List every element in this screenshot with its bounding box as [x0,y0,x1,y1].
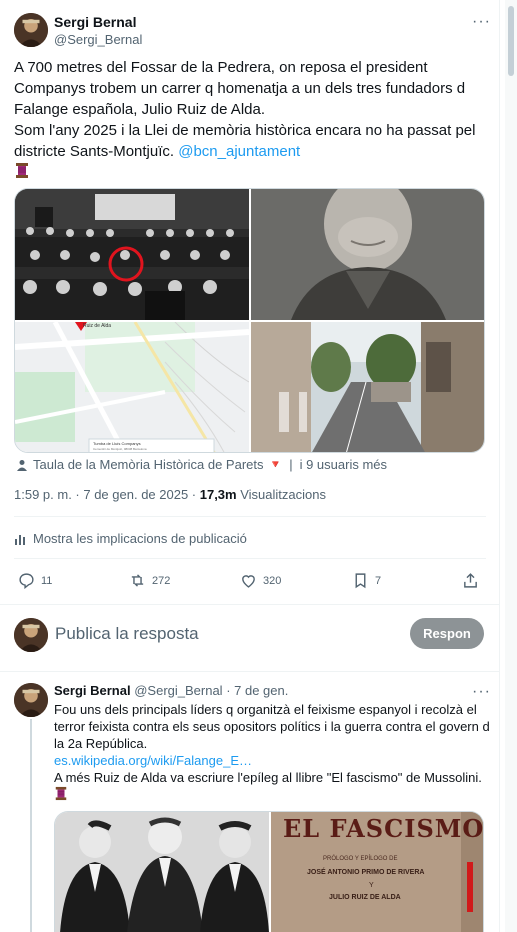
map-thumbnail[interactable]: Ruiz de Alda Tumba de Lluís Companys Cem… [15,322,249,452]
book-line-3: Y [369,882,374,889]
book-cover-el-fascismo[interactable]: EL FASCISMO PRÓLOGO Y EPÍLOGO DE JOSÉ AN… [271,812,484,932]
tagged-flag: 🔻 [268,459,283,471]
reply-button[interactable]: 11 [18,572,52,589]
divider [0,604,500,605]
divider [0,671,500,672]
divider [14,558,486,559]
photo-group-portrait[interactable] [15,189,249,320]
reply-body-2: A més Ruiz de Alda va escriure l'epíleg … [54,770,482,785]
tagged-more[interactable]: i 9 usuaris més [300,457,387,472]
map-pin-label: Ruiz de Alda [83,323,112,329]
author-name[interactable]: Sergi Bernal [54,14,136,30]
photo-street-view[interactable] [251,322,484,452]
reply-input[interactable]: Publica la resposta [55,624,199,644]
like-button[interactable]: 320 [240,572,281,589]
repost-button[interactable]: 272 [129,572,170,589]
analytics-link[interactable]: Mostra les implicacions de publicació [14,531,247,546]
book-title: EL FASCISMO [283,814,484,843]
reply-body-1: Fou uns dels principals líders q organit… [54,702,490,751]
share-icon [464,573,477,588]
timestamp[interactable]: 1:59 p. m. · 7 de gen. de 2025 · [14,487,200,502]
reply-media-grid[interactable]: EL FASCISMO PRÓLOGO Y EPÍLOGO DE JOSÉ AN… [54,811,484,932]
repost-icon [131,574,144,587]
tweet-text: A 700 metres del Fossar de la Pedrera, o… [14,57,492,185]
reply-date[interactable]: · 7 de gen. [223,683,288,698]
media-grid[interactable]: Ruiz de Alda Tumba de Lluís Companys Cem… [14,188,485,453]
book-line-4: JULIO RUIZ DE ALDA [329,894,401,901]
reply-text: Fou uns dels principals líders q organit… [54,701,490,805]
tweet-meta: 1:59 p. m. · 7 de gen. de 2025 · 17,3m V… [14,487,326,502]
share-button[interactable] [462,572,479,589]
views-count: 17,3m [199,487,237,502]
reply-header: Sergi Bernal @Sergi_Bernal · 7 de gen. [54,683,288,698]
author-name[interactable]: Sergi Bernal [54,683,131,698]
heart-icon [242,575,255,588]
book-line-1: PRÓLOGO Y EPÍLOGO DE [323,856,398,862]
wikipedia-link[interactable]: es.wikipedia.org/wiki/Falange_E… [54,752,490,769]
more-options-icon[interactable]: ··· [472,684,491,700]
person-icon [17,459,27,471]
divider [14,516,486,517]
avatar[interactable] [14,683,48,717]
reply-submit-button[interactable]: Respon [410,618,484,649]
reply-composer: Publica la resposta Respon [0,608,500,668]
map-card-title: Tumba de Lluís Companys [93,441,141,446]
avatar[interactable] [14,618,48,652]
scrollbar-thumb[interactable] [508,6,514,76]
reply-tweet[interactable]: Sergi Bernal @Sergi_Bernal · 7 de gen. ·… [0,673,500,932]
spool-of-thread-emoji [14,162,30,185]
bookmark-icon [355,573,366,589]
spool-of-thread-emoji [54,786,68,805]
views-label: Visualitzacions [236,487,326,502]
analytics-icon [15,534,25,545]
book-line-2: JOSÉ ANTONIO PRIMO DE RIVERA [307,869,425,876]
author-handle[interactable]: @Sergi_Bernal [134,683,222,698]
map-card-subtitle: Cementiri de Montjuïc, 08038 Barcelona [93,447,147,451]
tagged-users[interactable]: Taula de la Memòria Històrica de Parets … [16,457,387,472]
avatar[interactable] [14,13,48,47]
photo-portrait-closeup[interactable] [251,189,484,320]
tagged-account[interactable]: Taula de la Memòria Històrica de Parets [33,457,264,472]
bookmark-count: 7 [375,574,382,587]
scrollbar-track[interactable] [505,0,517,932]
reply-count: 11 [41,574,53,587]
more-options-icon[interactable]: ··· [472,14,491,30]
analytics-label[interactable]: Mostra les implicacions de publicació [33,531,247,546]
tagged-separator: | [289,457,293,472]
author-handle[interactable]: @Sergi_Bernal [54,32,142,47]
repost-count: 272 [152,574,171,587]
reply-icon [19,573,34,589]
action-bar: 11 272 320 7 [14,572,486,596]
mention-link[interactable]: @bcn_ajuntament [178,143,300,160]
bookmark-button[interactable]: 7 [352,572,381,589]
like-count: 320 [263,574,282,587]
thread-line [30,719,32,932]
photo-three-men[interactable] [55,812,269,932]
